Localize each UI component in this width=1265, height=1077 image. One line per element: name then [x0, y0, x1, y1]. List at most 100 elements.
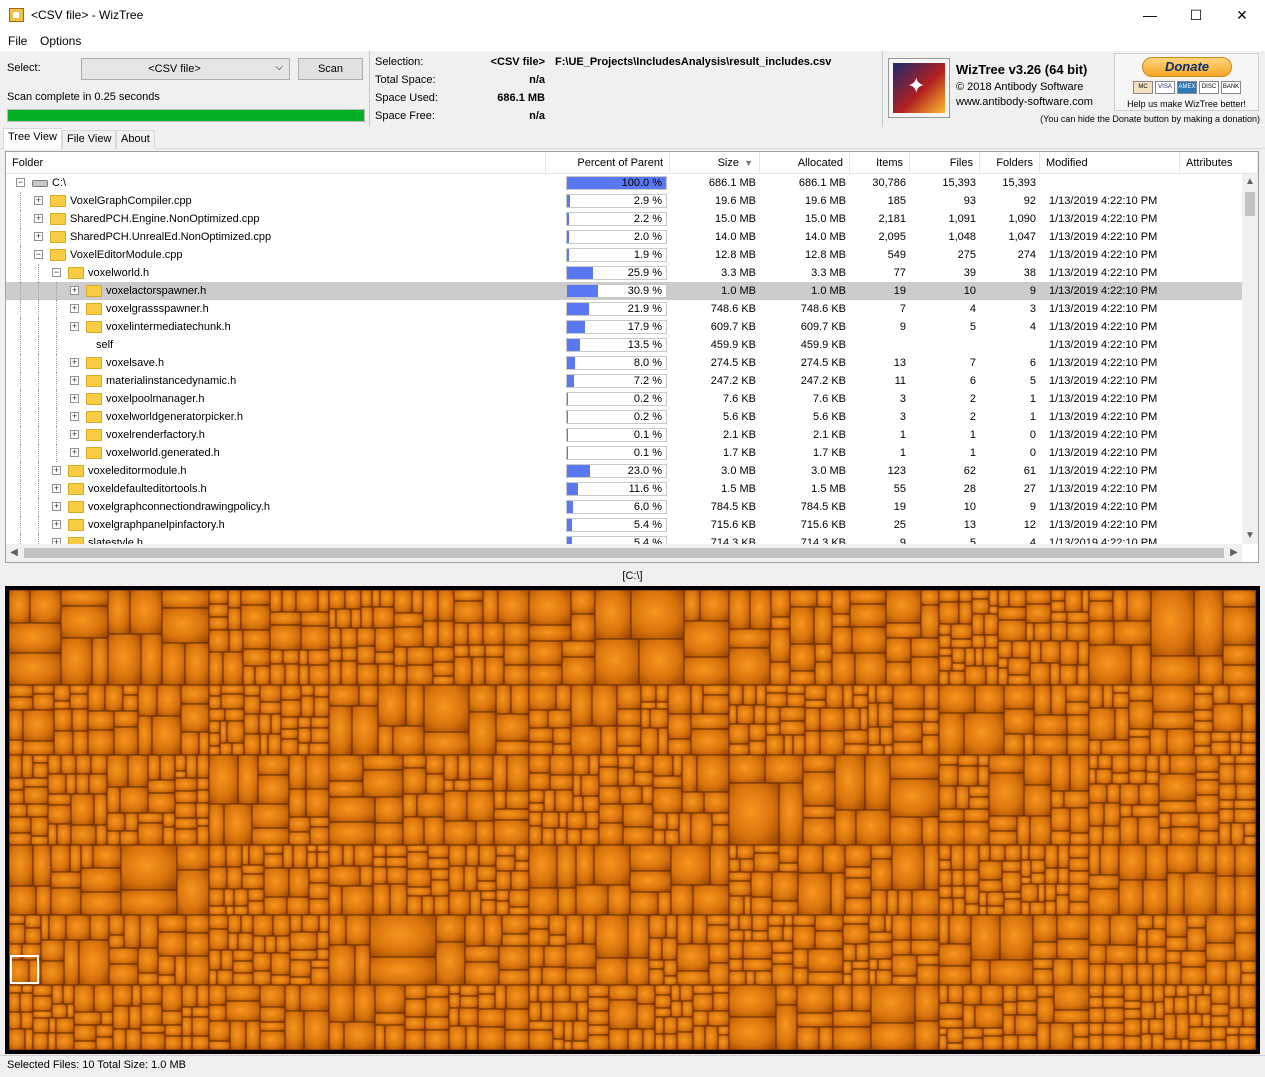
treemap-cell[interactable]	[449, 866, 464, 891]
treemap-cell[interactable]	[649, 915, 666, 938]
treemap-cell[interactable]	[24, 787, 48, 804]
treemap-cell[interactable]	[33, 1018, 49, 1033]
treemap-cell[interactable]	[90, 915, 109, 940]
treemap-cell[interactable]	[373, 884, 390, 915]
treemap-cell[interactable]	[671, 885, 693, 915]
treemap-cell[interactable]	[238, 755, 258, 804]
treemap-cell[interactable]	[627, 958, 649, 985]
treemap-cell[interactable]	[192, 1036, 209, 1050]
tree-row[interactable]: + SharedPCH.Engine.NonOptimized.cpp 2.2 % 1…	[6, 210, 1242, 228]
treemap-cell[interactable]	[162, 985, 182, 1011]
treemap-cell[interactable]	[729, 685, 743, 705]
treemap-cell[interactable]	[354, 845, 373, 866]
treemap-cell[interactable]	[893, 722, 922, 742]
treemap-cell[interactable]	[1089, 621, 1114, 645]
treemap-cell[interactable]	[893, 742, 922, 755]
treemap-cell[interactable]	[979, 880, 1002, 892]
treemap-cell[interactable]	[939, 656, 952, 671]
treemap-cell[interactable]	[939, 685, 975, 713]
treemap-cell[interactable]	[1166, 915, 1187, 937]
treemap-cell[interactable]	[346, 915, 370, 945]
treemap-cell[interactable]	[655, 1008, 671, 1017]
tree-row[interactable]: + voxeleditormodule.h 23.0 % 3.0 MB 3.0 MB 12…	[6, 462, 1242, 480]
vertical-scrollbar[interactable]: ▲ ▼	[1242, 174, 1258, 544]
treemap-cell[interactable]	[650, 709, 668, 728]
treemap-cell[interactable]	[1211, 1016, 1229, 1027]
collapse-icon[interactable]: −	[34, 250, 43, 259]
treemap-cell[interactable]	[746, 971, 755, 985]
treemap-cell[interactable]	[573, 1021, 588, 1041]
treemap-cell[interactable]	[1131, 645, 1151, 685]
treemap-cell[interactable]	[664, 1017, 677, 1034]
column-header-folders[interactable]: Folders	[980, 152, 1040, 174]
treemap-cell[interactable]	[998, 658, 1008, 668]
treemap-cell[interactable]	[182, 1036, 192, 1050]
treemap-cell[interactable]	[1138, 817, 1159, 845]
treemap-cell[interactable]	[780, 721, 805, 735]
treemap-cell[interactable]	[1031, 873, 1045, 884]
treemap-cell[interactable]	[749, 724, 766, 741]
expand-icon[interactable]: +	[70, 448, 79, 457]
treemap-cell[interactable]	[181, 732, 199, 755]
treemap-cell[interactable]	[1137, 915, 1153, 929]
treemap-cell[interactable]	[30, 590, 61, 623]
treemap-cell[interactable]	[484, 915, 502, 946]
treemap-cell[interactable]	[1089, 769, 1096, 784]
treemap-cell[interactable]	[898, 890, 912, 915]
treemap-cell[interactable]	[844, 730, 868, 744]
treemap-cell[interactable]	[1146, 845, 1167, 880]
treemap-cell[interactable]	[693, 885, 729, 915]
treemap-cell[interactable]	[880, 727, 893, 745]
treemap-cell[interactable]	[649, 969, 664, 985]
expand-icon[interactable]: +	[34, 232, 43, 241]
treemap-cell[interactable]	[553, 1021, 564, 1039]
treemap-cell[interactable]	[1003, 1002, 1017, 1015]
treemap-cell[interactable]	[51, 845, 70, 872]
treemap-cell[interactable]	[1037, 985, 1054, 997]
treemap-cell[interactable]	[1056, 884, 1069, 895]
treemap-cell[interactable]	[182, 1017, 192, 1036]
expand-icon[interactable]: +	[34, 196, 43, 205]
treemap-cell[interactable]	[1241, 732, 1256, 743]
treemap-cell[interactable]	[496, 845, 515, 856]
treemap-cell[interactable]	[317, 949, 329, 960]
treemap-cell[interactable]	[1194, 721, 1213, 732]
treemap-cell[interactable]	[434, 896, 449, 915]
treemap-cell[interactable]	[9, 790, 24, 804]
treemap-cell[interactable]	[679, 813, 691, 845]
treemap-cell[interactable]	[666, 915, 677, 938]
treemap-cell[interactable]	[407, 665, 433, 685]
treemap-cell[interactable]	[1066, 685, 1089, 702]
treemap-cell[interactable]	[1069, 845, 1089, 858]
treemap-cell[interactable]	[1181, 951, 1206, 967]
treemap-cell[interactable]	[444, 755, 458, 780]
treemap-cell[interactable]	[729, 872, 751, 881]
treemap-cell[interactable]	[1119, 845, 1146, 880]
treemap-cell[interactable]	[990, 845, 1005, 861]
treemap-cell[interactable]	[502, 915, 529, 934]
folder-name[interactable]: voxeldefaulteditortools.h	[88, 480, 207, 498]
treemap-cell[interactable]	[433, 647, 454, 662]
treemap-cell[interactable]	[354, 985, 375, 1022]
treemap-cell[interactable]	[66, 774, 76, 794]
treemap-cell[interactable]	[478, 994, 495, 1009]
treemap-cell[interactable]	[541, 1002, 553, 1021]
treemap-cell[interactable]	[1196, 795, 1219, 813]
treemap-cell[interactable]	[496, 901, 509, 915]
treemap-cell[interactable]	[1012, 641, 1030, 658]
treemap-cell[interactable]	[407, 896, 422, 915]
treemap-cell[interactable]	[494, 809, 529, 820]
treemap-cell[interactable]	[444, 791, 467, 821]
treemap-cell[interactable]	[175, 755, 186, 771]
treemap-cell[interactable]	[1206, 961, 1226, 985]
treemap-cell[interactable]	[567, 829, 581, 845]
horizontal-scroll-thumb[interactable]	[24, 548, 1224, 558]
treemap-cell[interactable]	[939, 786, 956, 809]
treemap-cell[interactable]	[511, 685, 529, 714]
treemap-cell[interactable]	[939, 845, 951, 860]
treemap-cell[interactable]	[1103, 997, 1124, 1008]
treemap-cell[interactable]	[431, 869, 449, 880]
treemap-cell[interactable]	[653, 813, 667, 830]
treemap-cell[interactable]	[949, 915, 971, 944]
tree-row[interactable]: + voxelintermediatechunk.h 17.9 % 609.7 KB 6…	[6, 318, 1242, 336]
